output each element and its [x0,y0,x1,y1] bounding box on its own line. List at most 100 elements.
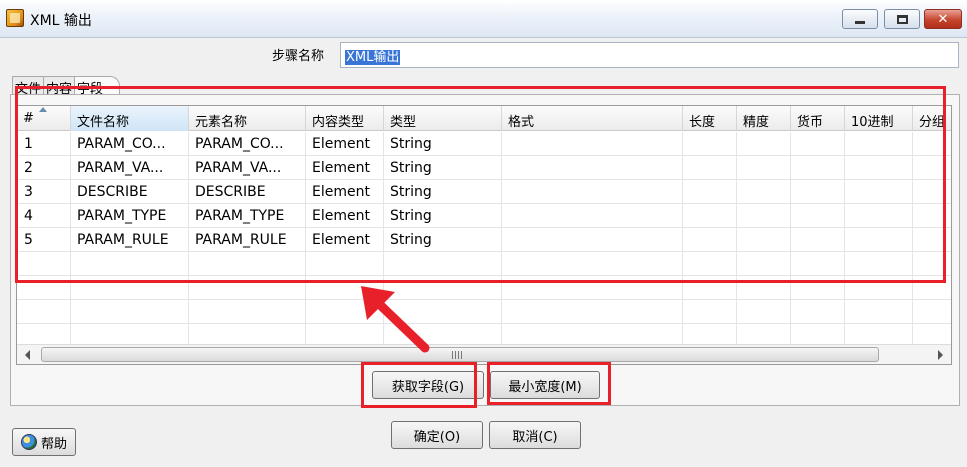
cancel-button[interactable]: 取消(C) [489,421,581,449]
cell-col-type[interactable]: String [384,228,502,252]
cell-col-decimal[interactable] [845,276,913,300]
cell-col-precision[interactable] [737,132,791,156]
header-col-length[interactable]: 长度 [683,106,737,131]
cell-col-length[interactable] [683,156,737,180]
cell-col-group[interactable] [913,252,951,276]
cell-col-file-name[interactable] [71,252,189,276]
cell-col-content-type[interactable]: Element [306,156,384,180]
header-col-currency[interactable]: 货币 [791,106,845,131]
table-row[interactable]: 3 DESCRIBE DESCRIBE Element String [17,180,951,204]
get-fields-button[interactable]: 获取字段(G) [372,371,484,399]
cell-col-decimal[interactable] [845,180,913,204]
header-col-group[interactable]: 分组 [913,106,951,131]
cell-col-element-name[interactable]: PARAM_VA... [189,156,306,180]
min-width-button[interactable]: 最小宽度(M) [490,371,600,399]
cell-col-element-name[interactable] [189,300,306,324]
cell-col-group[interactable] [913,204,951,228]
table-row[interactable] [17,252,951,276]
header-col-decimal[interactable]: 10进制 [845,106,913,131]
cell-col-type[interactable]: String [384,204,502,228]
cell-col-type[interactable] [384,252,502,276]
cell-col-type[interactable]: String [384,156,502,180]
cell-col-precision[interactable] [737,204,791,228]
cell-col-precision[interactable] [737,228,791,252]
cell-col-type[interactable]: String [384,132,502,156]
cell-col-format[interactable] [502,228,683,252]
maximize-button[interactable] [884,9,920,29]
cell-col-format[interactable] [502,204,683,228]
step-name-input[interactable]: XML输出 [340,42,959,68]
cell-col-length[interactable] [683,180,737,204]
cell-col-currency[interactable] [791,300,845,324]
cell-col-group[interactable] [913,228,951,252]
cell-col-decimal[interactable] [845,252,913,276]
cell-col-precision[interactable] [737,300,791,324]
table-row[interactable]: 2 PARAM_VA... PARAM_VA... Element String [17,156,951,180]
ok-button[interactable]: 确定(O) [391,421,483,449]
cell-col-decimal[interactable] [845,204,913,228]
cell-col-type[interactable]: String [384,180,502,204]
cell-col-element-name[interactable]: PARAM_CO... [189,132,306,156]
cell-col-currency[interactable] [791,276,845,300]
table-row[interactable]: 5 PARAM_RULE PARAM_RULE Element String [17,228,951,252]
cell-col-element-name[interactable]: DESCRIBE [189,180,306,204]
table-row[interactable]: 4 PARAM_TYPE PARAM_TYPE Element String [17,204,951,228]
cell-col-currency[interactable] [791,156,845,180]
table-row[interactable]: 1 PARAM_CO... PARAM_CO... Element String [17,132,951,156]
cell-col-content-type[interactable]: Element [306,228,384,252]
header-col-content-type[interactable]: 内容类型 [306,106,384,131]
cell-col-format[interactable] [502,156,683,180]
scrollbar-thumb[interactable] [41,347,879,362]
cell-col-file-name[interactable] [71,276,189,300]
minimize-button[interactable] [842,9,878,29]
cell-col-group[interactable] [913,180,951,204]
table-row[interactable] [17,300,951,324]
cell-col-group[interactable] [913,132,951,156]
scroll-left-icon[interactable] [25,350,30,360]
cell-col-currency[interactable] [791,228,845,252]
header-col-precision[interactable]: 精度 [737,106,791,131]
header-col-type[interactable]: 类型 [384,106,502,131]
cell-col-format[interactable] [502,276,683,300]
cell-col-format[interactable] [502,300,683,324]
cell-col-group[interactable] [913,300,951,324]
cell-col-file-name[interactable]: PARAM_TYPE [71,204,189,228]
cell-col-element-name[interactable]: PARAM_RULE [189,228,306,252]
cell-col-length[interactable] [683,132,737,156]
close-button[interactable]: ✕ [924,9,962,29]
header-col-file-name[interactable]: 文件名称 [71,106,189,131]
table-row[interactable] [17,276,951,300]
cell-col-precision[interactable] [737,252,791,276]
cell-col-precision[interactable] [737,156,791,180]
cell-col-length[interactable] [683,300,737,324]
cell-col-file-name[interactable]: PARAM_CO... [71,132,189,156]
cell-col-precision[interactable] [737,180,791,204]
cell-col-format[interactable] [502,252,683,276]
cell-col-currency[interactable] [791,204,845,228]
header-col-element-name[interactable]: 元素名称 [189,106,306,131]
cell-col-file-name[interactable]: PARAM_RULE [71,228,189,252]
header-col-format[interactable]: 格式 [502,106,683,131]
cell-col-length[interactable] [683,228,737,252]
help-button[interactable]: 帮助 [12,428,76,456]
cell-col-currency[interactable] [791,252,845,276]
cell-col-file-name[interactable] [71,300,189,324]
cell-col-decimal[interactable] [845,156,913,180]
cell-col-group[interactable] [913,156,951,180]
cell-col-element-name[interactable] [189,252,306,276]
cell-col-content-type[interactable]: Element [306,132,384,156]
cell-col-length[interactable] [683,276,737,300]
cell-col-decimal[interactable] [845,300,913,324]
cell-col-element-name[interactable]: PARAM_TYPE [189,204,306,228]
cell-col-content-type[interactable]: Element [306,180,384,204]
cell-col-group[interactable] [913,276,951,300]
cell-col-length[interactable] [683,252,737,276]
cell-col-file-name[interactable]: DESCRIBE [71,180,189,204]
cell-col-currency[interactable] [791,132,845,156]
cell-col-element-name[interactable] [189,276,306,300]
scroll-right-icon[interactable] [938,350,943,360]
cell-col-format[interactable] [502,132,683,156]
cell-col-decimal[interactable] [845,132,913,156]
horizontal-scrollbar[interactable] [17,344,951,364]
cell-col-content-type[interactable]: Element [306,204,384,228]
